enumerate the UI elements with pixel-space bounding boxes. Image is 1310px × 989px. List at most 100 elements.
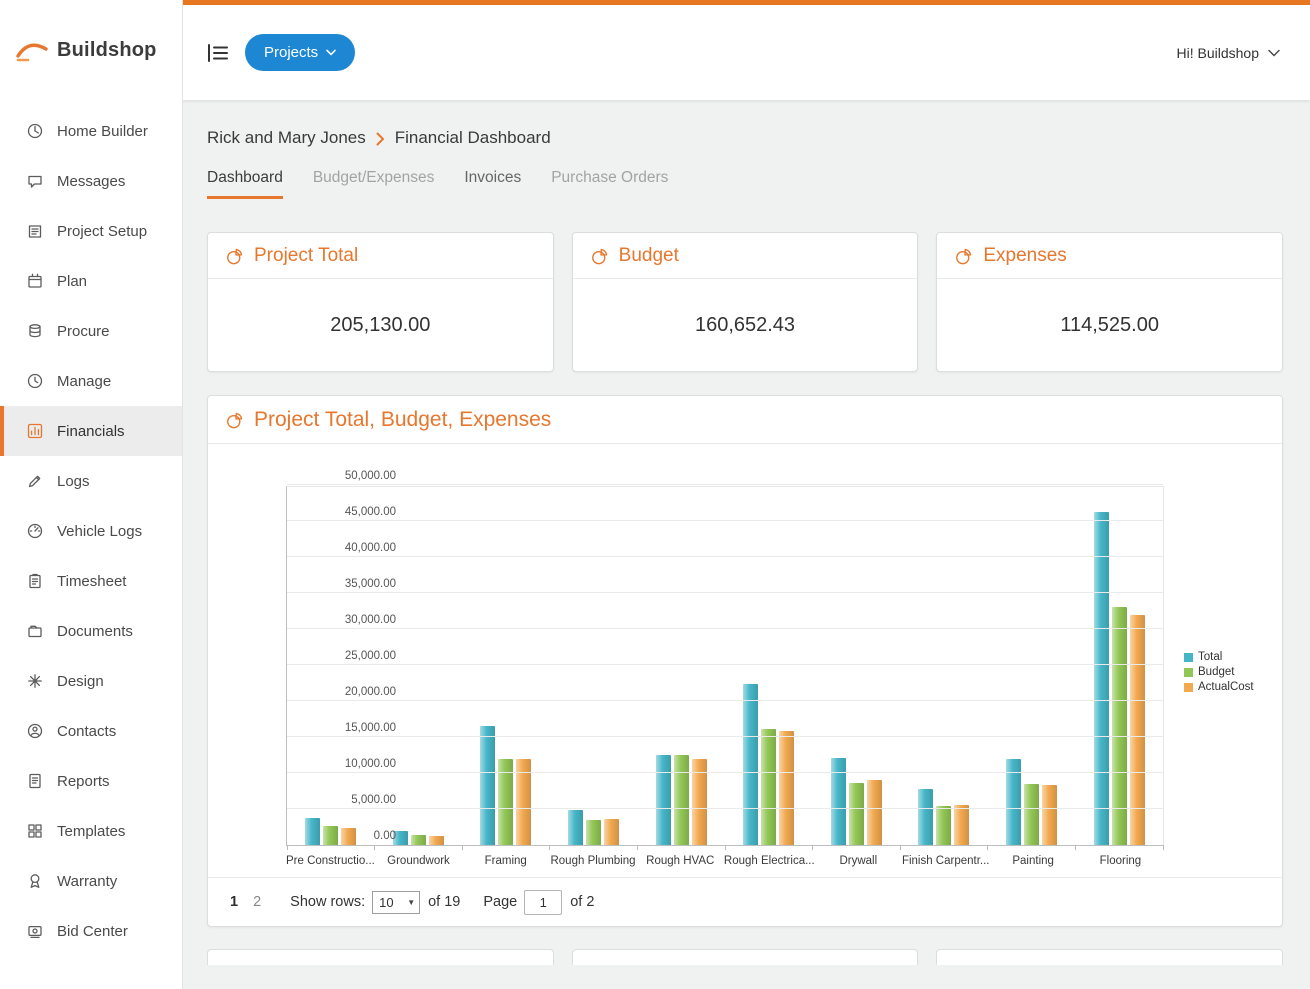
sidebar-item-manage[interactable]: Manage xyxy=(0,356,182,406)
page-input[interactable] xyxy=(524,889,563,915)
legend-swatch-icon xyxy=(1184,667,1193,677)
gridline xyxy=(287,700,1163,701)
bar-group-framing xyxy=(462,487,550,845)
sidebar-item-bid-center[interactable]: Bid Center xyxy=(0,906,182,956)
x-axis-labels: Pre Constructio... Groundwork Framing Rough… xyxy=(286,855,1164,867)
sidebar-item-label: Reports xyxy=(57,772,110,790)
tab-purchase-orders[interactable]: Purchase Orders xyxy=(551,169,668,199)
contacts-icon xyxy=(26,722,44,740)
legend-item-budget[interactable]: Budget xyxy=(1184,666,1254,678)
chart-card: Project Total, Budget, Expenses Pre Cons… xyxy=(207,395,1283,927)
sidebar-item-plan[interactable]: Plan xyxy=(0,256,182,306)
legend-item-total[interactable]: Total xyxy=(1184,651,1254,663)
next-card-row xyxy=(207,949,1284,965)
bar-budget xyxy=(936,806,952,845)
tab-budget-expenses[interactable]: Budget/Expenses xyxy=(313,169,435,199)
summary-card-budget: Budget 160,652.43 xyxy=(571,232,919,372)
sidebar-item-reports[interactable]: Reports xyxy=(0,756,182,806)
y-axis-tick-label: 0.00 xyxy=(373,830,396,842)
breadcrumb-project[interactable]: Rick and Mary Jones xyxy=(207,128,366,148)
x-axis-tick-label: Rough HVAC xyxy=(646,855,715,867)
sidebar-item-procure[interactable]: Procure xyxy=(0,306,182,356)
gridline xyxy=(287,520,1163,521)
y-axis-tick-label: 10,000.00 xyxy=(344,758,396,770)
bar-budget xyxy=(673,755,689,845)
chevron-down-icon xyxy=(1268,49,1280,57)
menu-toggle-icon[interactable] xyxy=(207,43,229,63)
bar-budget xyxy=(410,834,426,845)
bar-total xyxy=(1093,511,1109,845)
tab-invoices[interactable]: Invoices xyxy=(464,169,521,199)
card-stub xyxy=(207,949,554,965)
sidebar-item-contacts[interactable]: Contacts xyxy=(0,706,182,756)
y-axis-tick-label: 25,000.00 xyxy=(344,650,396,662)
sidebar-item-label: Messages xyxy=(57,172,126,190)
summary-card-project-total: Project Total 205,130.00 xyxy=(207,232,554,372)
sidebar-item-label: Logs xyxy=(57,472,90,490)
summary-card-header: Expenses xyxy=(937,233,1283,279)
sidebar-item-financials[interactable]: Financials xyxy=(0,406,182,456)
y-axis-tick-label: 40,000.00 xyxy=(344,542,396,554)
summary-card-row: Project Total 205,130.00 Budget 160,652.43 E… xyxy=(207,232,1284,372)
gridline xyxy=(287,736,1163,737)
rows-per-page-select[interactable]: 10 ▼ xyxy=(372,890,421,914)
design-icon xyxy=(26,672,44,690)
sidebar-item-label: Manage xyxy=(57,372,112,390)
summary-card-title: Expenses xyxy=(983,245,1067,266)
pie-chart-icon xyxy=(954,247,973,266)
gridline xyxy=(287,772,1163,773)
sidebar-item-label: Financials xyxy=(57,422,125,440)
rows-per-page-value: 10 xyxy=(379,894,394,910)
page-number-1[interactable]: 1 xyxy=(230,894,238,910)
bar-actualcost xyxy=(1042,784,1058,845)
chevron-down-icon xyxy=(326,49,336,56)
x-axis-tick-label: Rough Electrica... xyxy=(723,855,815,867)
axis-tick xyxy=(1162,845,1164,850)
breadcrumb: Rick and Mary Jones Financial Dashboard xyxy=(207,128,1283,148)
bar-total xyxy=(655,755,671,845)
summary-card-title: Budget xyxy=(618,245,679,266)
sidebar-item-warranty[interactable]: Warranty xyxy=(0,856,182,906)
bar-total xyxy=(305,817,321,845)
axis-tick xyxy=(286,845,288,850)
card-stub xyxy=(936,949,1284,965)
summary-card-header: Project Total xyxy=(208,233,553,279)
main-area: Projects Hi! Buildshop Rick and Mary Jon… xyxy=(183,0,1310,989)
procure-icon xyxy=(26,322,44,340)
x-axis-ticks xyxy=(286,845,1164,851)
sidebar-item-home-builder[interactable]: Home Builder xyxy=(0,106,182,156)
sidebar-item-messages[interactable]: Messages xyxy=(0,156,182,206)
sidebar-item-vehicle-logs[interactable]: Vehicle Logs xyxy=(0,506,182,556)
warranty-icon xyxy=(26,872,44,890)
sidebar-item-project-setup[interactable]: Project Setup xyxy=(0,206,182,256)
sidebar-item-label: Warranty xyxy=(57,872,118,890)
sidebar-nav: Home Builder Messages Project Setup Plan Pro… xyxy=(0,100,182,956)
sidebar-item-logs[interactable]: Logs xyxy=(0,456,182,506)
brand-logo[interactable]: Buildshop xyxy=(0,0,182,100)
page-number-2[interactable]: 2 xyxy=(253,894,261,910)
sidebar-item-timesheet[interactable]: Timesheet xyxy=(0,556,182,606)
y-axis-tick-label: 5,000.00 xyxy=(351,794,396,806)
sidebar-item-label: Procure xyxy=(57,322,110,340)
projects-button[interactable]: Projects xyxy=(245,34,356,71)
chart-title: Project Total, Budget, Expenses xyxy=(254,408,552,431)
sidebar-item-design[interactable]: Design xyxy=(0,656,182,706)
axis-tick xyxy=(461,845,463,850)
pages-total-label: of 2 xyxy=(570,894,595,910)
greeting-label: Hi! Buildshop xyxy=(1176,44,1260,61)
summary-card-header: Budget xyxy=(572,233,918,279)
user-menu[interactable]: Hi! Buildshop xyxy=(1177,45,1281,61)
plan-icon xyxy=(26,272,44,290)
app-root: Buildshop Home Builder Messages Project Se… xyxy=(0,0,1310,989)
tab-bar: Dashboard Budget/Expenses Invoices Purchase… xyxy=(207,169,1283,199)
breadcrumb-chevron-icon xyxy=(376,132,385,146)
sidebar-item-documents[interactable]: Documents xyxy=(0,606,182,656)
sidebar-item-templates[interactable]: Templates xyxy=(0,806,182,856)
legend-item-actualcost[interactable]: ActualCost xyxy=(1184,681,1254,693)
gridline xyxy=(287,808,1163,809)
sidebar-item-label: Timesheet xyxy=(57,572,127,590)
y-axis-tick-label: 45,000.00 xyxy=(344,506,396,518)
axis-tick xyxy=(899,845,901,850)
home-builder-icon xyxy=(26,122,44,140)
tab-dashboard[interactable]: Dashboard xyxy=(207,169,283,199)
